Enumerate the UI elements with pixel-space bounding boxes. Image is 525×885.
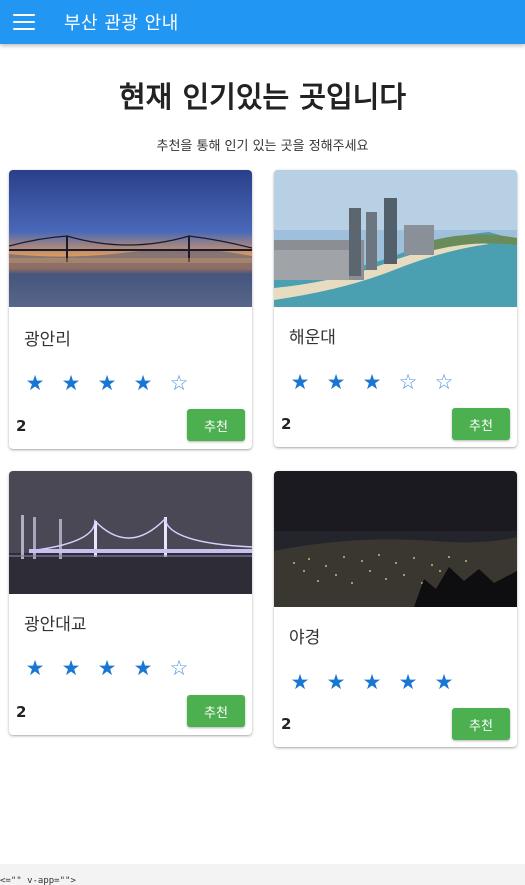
place-card-night-view: 야경 ★ ★ ★ ★ ★ 2 추천 — [274, 471, 517, 747]
star-empty-icon[interactable]: ☆ — [426, 370, 462, 394]
page-subtitle: 추천을 통해 인기 있는 곳을 정해주세요 — [156, 139, 369, 154]
star-filled-icon[interactable]: ★ — [318, 670, 354, 694]
star-empty-icon[interactable]: ☆ — [390, 370, 426, 394]
recommend-button[interactable]: 추천 — [187, 695, 245, 727]
star-filled-icon[interactable]: ★ — [89, 371, 125, 395]
place-card-haeundae: 해운대 ★ ★ ★ ☆ ☆ 2 추천 — [274, 170, 517, 447]
star-filled-icon[interactable]: ★ — [318, 370, 354, 394]
footer-bar — [0, 864, 525, 885]
recommend-button[interactable]: 추천 — [187, 409, 245, 441]
city-night-view-photo — [274, 471, 517, 607]
star-filled-icon[interactable]: ★ — [282, 670, 318, 694]
night-bridge-photo — [9, 471, 252, 594]
rating-stars: ★ ★ ★ ★ ☆ — [17, 371, 197, 395]
hamburger-menu-icon[interactable] — [13, 14, 35, 30]
place-card-gwangan-bridge: 광안대교 ★ ★ ★ ★ ☆ 2 추천 — [9, 471, 252, 735]
recommend-count: 2 — [16, 417, 27, 435]
rating-stars: ★ ★ ★ ★ ★ — [282, 670, 462, 694]
recommend-count: 2 — [281, 715, 292, 733]
star-empty-icon[interactable]: ☆ — [161, 656, 197, 680]
star-empty-icon[interactable]: ☆ — [161, 371, 197, 395]
star-filled-icon[interactable]: ★ — [53, 371, 89, 395]
card-title: 야경 — [289, 628, 321, 648]
sunset-bridge-photo — [9, 170, 252, 307]
recommend-count: 2 — [281, 415, 292, 433]
recommend-count: 2 — [16, 703, 27, 721]
star-filled-icon[interactable]: ★ — [125, 656, 161, 680]
star-filled-icon[interactable]: ★ — [354, 670, 390, 694]
star-filled-icon[interactable]: ★ — [53, 656, 89, 680]
star-filled-icon[interactable]: ★ — [125, 371, 161, 395]
app-title: 부산 관광 안내 — [64, 13, 179, 34]
star-filled-icon[interactable]: ★ — [17, 656, 53, 680]
recommend-button[interactable]: 추천 — [452, 708, 510, 740]
rating-stars: ★ ★ ★ ★ ☆ — [17, 656, 197, 680]
star-filled-icon[interactable]: ★ — [282, 370, 318, 394]
star-filled-icon[interactable]: ★ — [17, 371, 53, 395]
card-title: 광안리 — [24, 330, 71, 350]
footer-code-fragment: <="" v-app=""> — [0, 876, 76, 885]
card-title: 해운대 — [289, 328, 336, 348]
rating-stars: ★ ★ ★ ☆ ☆ — [282, 370, 462, 394]
card-title: 광안대교 — [24, 615, 87, 635]
star-filled-icon[interactable]: ★ — [426, 670, 462, 694]
app-bar: 부산 관광 안내 — [0, 0, 525, 44]
place-card-gwangalli: 광안리 ★ ★ ★ ★ ☆ 2 추천 — [9, 170, 252, 449]
haeundae-beach-city-photo — [274, 170, 517, 307]
star-filled-icon[interactable]: ★ — [390, 670, 426, 694]
recommend-button[interactable]: 추천 — [452, 408, 510, 440]
page-headline: 현재 인기있는 곳입니다 — [119, 80, 406, 114]
star-filled-icon[interactable]: ★ — [354, 370, 390, 394]
star-filled-icon[interactable]: ★ — [89, 656, 125, 680]
